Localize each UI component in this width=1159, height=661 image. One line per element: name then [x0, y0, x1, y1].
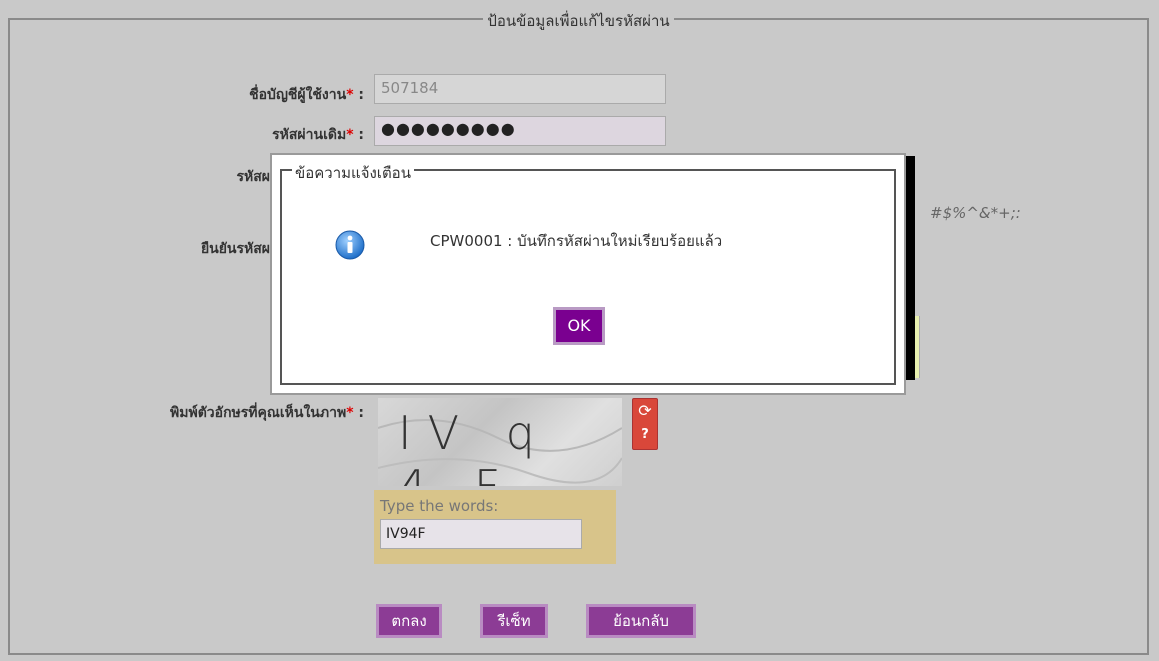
refresh-icon: ⟳ [638, 401, 652, 420]
required-mark: * [346, 127, 354, 143]
alert-message: CPW0001 : บันทึกรหัสผ่านใหม่เรียบร้อยแล้… [430, 232, 723, 250]
submit-button[interactable]: ตกลง [376, 604, 442, 638]
form-title: ป้อนข้อมูลเพื่อแก้ไขรหัสผ่าน [483, 12, 674, 30]
captcha-input[interactable]: IV94F [380, 519, 582, 549]
captcha-input-box: Type the words: IV94F [374, 490, 616, 564]
captcha-image: IV q 4 F [378, 398, 622, 486]
confirm-password-label: ยืนยันรหัสผ [200, 241, 270, 257]
captcha-text: IV q 4 F [398, 406, 551, 486]
info-icon [335, 230, 365, 260]
alert-dialog-title: ข้อความแจ้งเตือน [292, 161, 414, 185]
captcha-refresh-button[interactable]: ⟳ ? [632, 398, 658, 450]
old-password-field[interactable]: ●●●●●●●●● [374, 116, 666, 146]
captcha-label-row: พิมพ์ตัวอักษรที่คุณเห็นในภาพ* : [64, 402, 364, 424]
alert-dialog-frame [280, 169, 896, 385]
old-password-label: รหัสผ่านเดิม [272, 127, 347, 143]
old-password-label-row: รหัสผ่านเดิม* : [64, 124, 364, 146]
alert-dialog: ข้อความแจ้งเตือน CPW0001 : บันทึกรหัสผ่า… [270, 153, 906, 395]
reset-button[interactable]: รีเซ็ท [480, 604, 548, 638]
alert-ok-button[interactable]: OK [553, 307, 605, 345]
background-box-edge [915, 316, 920, 378]
captcha-label: พิมพ์ตัวอักษรที่คุณเห็นในภาพ [170, 405, 347, 421]
back-button[interactable]: ย้อนกลับ [586, 604, 696, 638]
username-field[interactable]: 507184 [374, 74, 666, 104]
username-label: ชื่อบัญชีผู้ใช้งาน [249, 87, 347, 103]
label-colon: : [358, 405, 364, 421]
label-colon: : [358, 127, 364, 143]
password-hint: #$%^&*+;: [930, 204, 1021, 222]
form-title-wrapper: ป้อนข้อมูลเพื่อแก้ไขรหัสผ่าน [10, 9, 1147, 33]
required-mark: * [346, 405, 354, 421]
username-label-row: ชื่อบัญชีผู้ใช้งาน* : [64, 84, 364, 106]
required-mark: * [346, 87, 354, 103]
type-words-label: Type the words: [380, 497, 499, 515]
label-colon: : [358, 87, 364, 103]
new-password-label: รหัสผ [236, 169, 271, 185]
help-icon: ? [641, 427, 649, 442]
background-panel-edge [905, 156, 915, 380]
